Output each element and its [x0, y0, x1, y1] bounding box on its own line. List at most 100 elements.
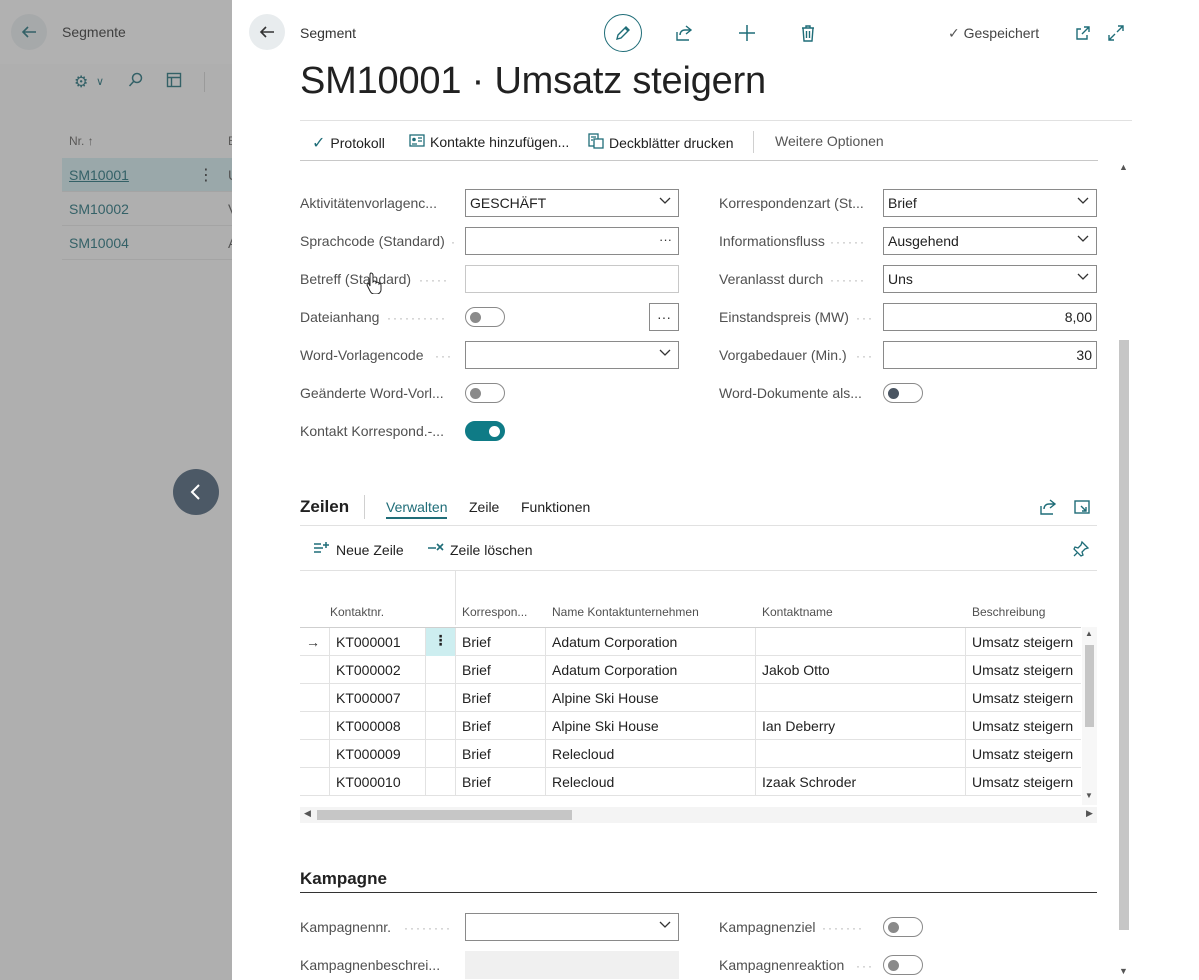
scroll-right-icon[interactable]: ▶ — [1086, 808, 1093, 819]
table-row[interactable]: KT000002 Brief Adatum Corporation Jakob … — [300, 656, 1081, 684]
scroll-down-icon[interactable]: ▼ — [1119, 966, 1128, 976]
row-selector[interactable] — [300, 712, 330, 740]
subject-field[interactable] — [465, 265, 679, 293]
attachment-menu-button[interactable]: ··· — [649, 303, 679, 331]
row-menu-cell[interactable] — [426, 740, 456, 768]
row-menu-cell[interactable] — [426, 768, 456, 796]
column-header-contact-name[interactable]: Kontaktname — [762, 605, 833, 619]
cell-description[interactable]: Umsatz steigern — [966, 628, 1081, 656]
cell-company-name[interactable]: Adatum Corporation — [546, 628, 756, 656]
cell-description[interactable]: Umsatz steigern — [966, 684, 1081, 712]
row-selector[interactable] — [300, 768, 330, 796]
cell-correspondence[interactable]: Brief — [456, 712, 546, 740]
word-documents-as-toggle[interactable] — [883, 383, 923, 403]
row-menu-cell[interactable] — [426, 684, 456, 712]
cell-company-name[interactable]: Relecloud — [546, 740, 756, 768]
table-row[interactable]: KT000009 Brief Relecloud Umsatz steigern — [300, 740, 1081, 768]
cell-contact-no[interactable]: KT000001 — [330, 628, 426, 656]
share-button[interactable] — [665, 14, 703, 52]
grid-vertical-scrollbar[interactable]: ▲ ▼ — [1082, 627, 1097, 805]
tab-manage[interactable]: Verwalten — [386, 499, 448, 519]
collapse-button[interactable] — [173, 469, 219, 515]
pin-button[interactable] — [1062, 530, 1100, 568]
word-template-code-dropdown[interactable] — [465, 341, 679, 369]
column-header-company-name[interactable]: Name Kontaktunternehmen — [552, 605, 699, 619]
campaign-response-toggle[interactable] — [883, 955, 923, 975]
tab-functions[interactable]: Funktionen — [521, 499, 590, 515]
table-row[interactable]: → KT000001 ⋮ Brief Adatum Corporation Um… — [300, 628, 1081, 656]
cell-correspondence[interactable]: Brief — [456, 684, 546, 712]
column-header-description[interactable]: Beschreibung — [972, 605, 1045, 619]
print-cover-sheets-action[interactable]: Deckblätter drucken — [588, 133, 734, 152]
edit-button[interactable] — [604, 14, 642, 52]
cell-contact-no[interactable]: KT000010 — [330, 768, 426, 796]
default-duration-field[interactable]: 30 — [883, 341, 1097, 369]
unit-cost-field[interactable]: 8,00 — [883, 303, 1097, 331]
cell-correspondence[interactable]: Brief — [456, 740, 546, 768]
cell-correspondence[interactable]: Brief — [456, 768, 546, 796]
campaign-section-title[interactable]: Kampagne — [300, 869, 387, 889]
cell-contact-no[interactable]: KT000002 — [330, 656, 426, 684]
cell-correspondence[interactable]: Brief — [456, 628, 546, 656]
cell-description[interactable]: Umsatz steigern — [966, 740, 1081, 768]
cell-contact-name[interactable]: Jakob Otto — [756, 656, 966, 684]
tab-line[interactable]: Zeile — [469, 499, 499, 515]
delete-line-button[interactable]: Zeile löschen — [427, 541, 533, 558]
activity-template-dropdown[interactable]: GESCHÄFT — [465, 189, 679, 217]
table-row-partial[interactable] — [300, 796, 1081, 805]
scroll-up-icon[interactable]: ▲ — [1119, 162, 1128, 172]
cell-contact-name[interactable] — [756, 684, 966, 712]
cell-company-name[interactable]: Alpine Ski House — [546, 712, 756, 740]
contact-correspondence-toggle[interactable] — [465, 421, 505, 441]
row-selector[interactable] — [300, 684, 330, 712]
cell-contact-name[interactable]: Izaak Schroder — [756, 768, 966, 796]
cell-company-name[interactable]: Alpine Ski House — [546, 684, 756, 712]
cell-contact-name[interactable]: Ian Deberry — [756, 712, 966, 740]
lines-share-button[interactable] — [1029, 488, 1067, 526]
expand-button[interactable] — [1097, 14, 1135, 52]
initiated-by-dropdown[interactable]: Uns — [883, 265, 1097, 293]
scroll-up-icon[interactable]: ▲ — [1085, 629, 1093, 638]
table-row[interactable]: KT000010 Brief Relecloud Izaak Schroder … — [300, 768, 1081, 796]
row-selector[interactable] — [300, 656, 330, 684]
cell-contact-no[interactable]: KT000007 — [330, 684, 426, 712]
cell-description[interactable]: Umsatz steigern — [966, 768, 1081, 796]
cell-description[interactable]: Umsatz steigern — [966, 656, 1081, 684]
row-menu-cell[interactable] — [426, 712, 456, 740]
more-options-button[interactable]: Weitere Optionen — [775, 133, 884, 149]
attachment-toggle[interactable] — [465, 307, 505, 327]
cell-contact-name[interactable] — [756, 628, 966, 656]
add-contacts-action[interactable]: Kontakte hinzufügen... — [409, 133, 569, 150]
table-row[interactable]: KT000008 Brief Alpine Ski House Ian Debe… — [300, 712, 1081, 740]
campaign-no-dropdown[interactable] — [465, 913, 679, 941]
delete-button[interactable] — [789, 14, 827, 52]
page-vertical-scrollbar[interactable]: ▲ ▼ — [1117, 160, 1131, 980]
grid-horizontal-scrollbar[interactable]: ◀ ▶ — [300, 807, 1097, 823]
correspondence-type-dropdown[interactable]: Brief — [883, 189, 1097, 217]
scroll-thumb[interactable] — [1119, 340, 1129, 930]
language-code-lookup[interactable]: ··· — [465, 227, 679, 255]
modified-word-template-toggle[interactable] — [465, 383, 505, 403]
protocol-action[interactable]: ✓ Protokoll — [312, 133, 385, 153]
scroll-thumb[interactable] — [1085, 645, 1094, 727]
cell-description[interactable]: Umsatz steigern — [966, 712, 1081, 740]
row-menu-icon[interactable]: ⋮ — [426, 628, 456, 656]
information-flow-dropdown[interactable]: Ausgehend — [883, 227, 1097, 255]
cell-contact-no[interactable]: KT000008 — [330, 712, 426, 740]
column-header-correspondence[interactable]: Korrespon... — [462, 605, 527, 619]
lines-expand-button[interactable] — [1063, 488, 1101, 526]
campaign-target-toggle[interactable] — [883, 917, 923, 937]
row-selector[interactable] — [300, 740, 330, 768]
card-back-button[interactable] — [249, 14, 285, 50]
cell-company-name[interactable]: Adatum Corporation — [546, 656, 756, 684]
table-row[interactable]: KT000007 Brief Alpine Ski House Umsatz s… — [300, 684, 1081, 712]
column-header-contact-no[interactable]: Kontaktnr. — [330, 605, 384, 619]
cell-company-name[interactable]: Relecloud — [546, 768, 756, 796]
scroll-down-icon[interactable]: ▼ — [1085, 791, 1093, 800]
cell-correspondence[interactable]: Brief — [456, 656, 546, 684]
scroll-thumb[interactable] — [317, 810, 572, 820]
cell-contact-no[interactable]: KT000009 — [330, 740, 426, 768]
new-button[interactable] — [728, 14, 766, 52]
cell-contact-name[interactable] — [756, 740, 966, 768]
row-menu-cell[interactable] — [426, 656, 456, 684]
